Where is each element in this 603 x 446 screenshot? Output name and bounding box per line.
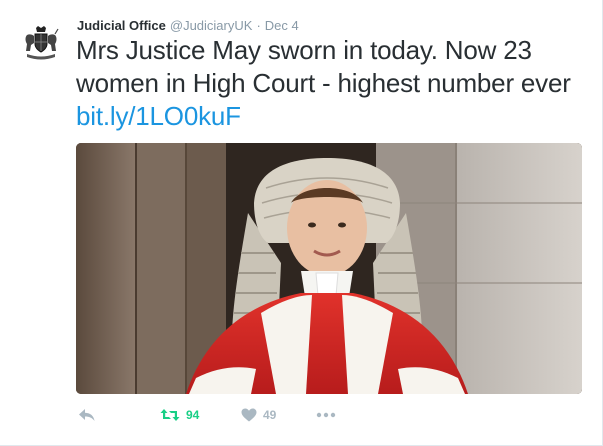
tweet-text: Mrs Justice May sworn in today. Now 23 w… — [76, 34, 586, 133]
author-handle[interactable]: @JudiciaryUK — [170, 18, 253, 33]
retweet-count: 94 — [186, 408, 200, 422]
reply-icon — [79, 409, 95, 421]
retweet-icon — [160, 409, 180, 421]
photo-judge-image — [76, 143, 582, 394]
tweet-card: Judicial Office @JudiciaryUK · Dec 4 Mrs Ju… — [0, 0, 603, 446]
royal-coat-of-arms-icon — [25, 26, 59, 60]
like-button[interactable]: 49 — [241, 404, 276, 426]
separator: · — [256, 18, 261, 33]
like-count: 49 — [263, 408, 277, 422]
avatar[interactable] — [19, 22, 63, 66]
heart-icon — [241, 408, 257, 422]
retweet-button[interactable]: 94 — [160, 404, 199, 426]
tweet-date[interactable]: Dec 4 — [265, 18, 299, 33]
reply-button[interactable] — [78, 404, 96, 426]
tweet-body: Mrs Justice May sworn in today. Now 23 w… — [76, 35, 571, 98]
tweet-header: Judicial Office @JudiciaryUK · Dec 4 — [77, 18, 299, 34]
author-name[interactable]: Judicial Office — [77, 18, 166, 33]
tweet-photo[interactable] — [76, 143, 582, 394]
tweet-actions: 94 49 — [76, 404, 476, 426]
more-button[interactable] — [316, 404, 336, 426]
tweet-link[interactable]: bit.ly/1LO0kuF — [76, 101, 241, 131]
more-icon — [316, 412, 336, 418]
